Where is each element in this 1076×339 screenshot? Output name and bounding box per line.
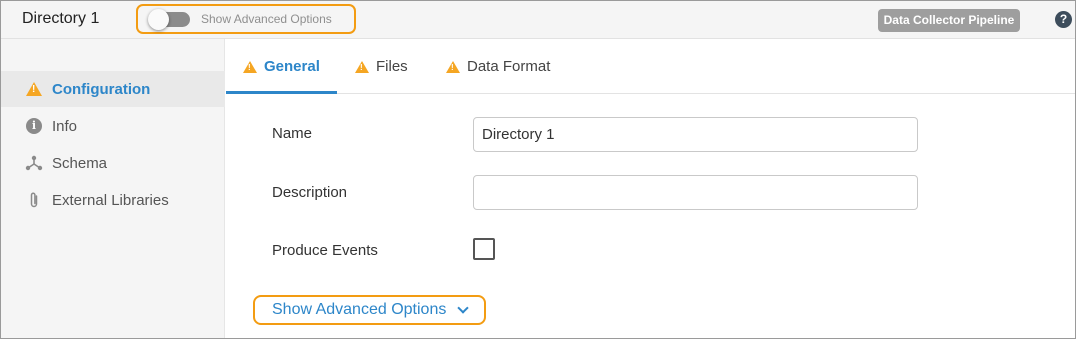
tab-label: Data Format — [467, 58, 551, 75]
pipeline-type-badge: Data Collector Pipeline — [878, 9, 1020, 32]
toggle-knob — [148, 9, 169, 30]
warning-icon — [25, 82, 43, 96]
warning-icon — [243, 60, 257, 73]
advanced-link-label: Show Advanced Options — [272, 301, 447, 318]
warning-icon — [355, 60, 369, 73]
stage-title: Directory 1 — [22, 10, 100, 27]
name-input[interactable] — [473, 117, 918, 152]
paperclip-icon — [25, 191, 43, 209]
sidebar-item-label: Schema — [52, 154, 108, 172]
sidebar-item-label: Info — [52, 117, 78, 135]
tab-data-format[interactable]: Data Format — [446, 39, 550, 94]
toggle-label: Show Advanced Options — [201, 12, 332, 26]
toggle-switch[interactable] — [148, 9, 190, 30]
tab-files[interactable]: Files — [355, 39, 408, 94]
produce-events-label: Produce Events — [272, 242, 378, 259]
sidebar: Configuration i Info Schema — [1, 39, 225, 338]
stage-config-panel: Directory 1 Show Advanced Options Data C… — [0, 0, 1076, 339]
sidebar-item-info[interactable]: i Info — [1, 108, 225, 144]
tab-label: General — [264, 58, 320, 75]
active-tab-indicator — [226, 91, 337, 94]
help-icon[interactable]: ? — [1055, 11, 1072, 28]
config-tabs: General Files Data Format — [226, 39, 1075, 94]
description-label: Description — [272, 184, 348, 201]
show-advanced-options-link[interactable]: Show Advanced Options — [253, 295, 486, 325]
schema-icon — [25, 155, 43, 171]
sidebar-item-configuration[interactable]: Configuration — [1, 71, 225, 107]
sidebar-item-label: Configuration — [52, 80, 151, 98]
tab-label: Files — [376, 58, 408, 75]
warning-icon — [446, 60, 460, 73]
chevron-down-icon — [457, 301, 470, 314]
description-input[interactable] — [473, 175, 918, 210]
produce-events-checkbox[interactable] — [473, 238, 495, 260]
tab-general[interactable]: General — [243, 39, 320, 94]
sidebar-item-external-libraries[interactable]: External Libraries — [1, 182, 225, 218]
show-advanced-toggle[interactable]: Show Advanced Options — [136, 4, 356, 34]
name-label: Name — [272, 125, 313, 142]
sidebar-item-label: External Libraries — [52, 191, 169, 209]
info-icon: i — [25, 118, 43, 134]
sidebar-item-schema[interactable]: Schema — [1, 145, 225, 181]
panel-header: Directory 1 Show Advanced Options Data C… — [1, 1, 1075, 39]
